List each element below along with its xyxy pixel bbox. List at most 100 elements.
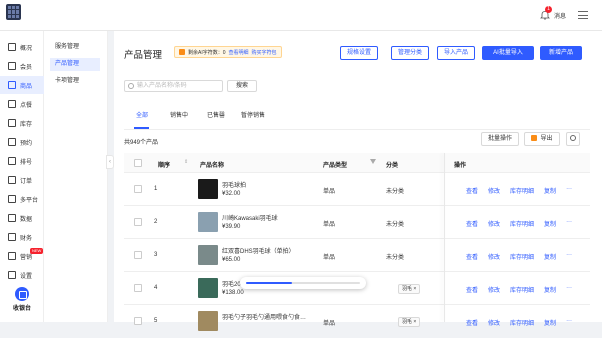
edit-link[interactable]: 修改 bbox=[488, 219, 500, 228]
megaphone-icon bbox=[8, 252, 16, 260]
view-details-link[interactable]: 查看明细 bbox=[229, 49, 249, 56]
row-seq: 1 bbox=[154, 186, 158, 192]
import-product-button[interactable]: 导入产品 bbox=[437, 46, 475, 60]
nav-item-products[interactable]: 商品 bbox=[0, 76, 44, 94]
product-thumbnail[interactable] bbox=[198, 179, 218, 199]
collapse-sidebar-toggle[interactable]: ‹ bbox=[106, 155, 114, 169]
product-name[interactable]: 羽毛球拍 bbox=[222, 180, 246, 189]
column-seq: 顺序 bbox=[158, 163, 171, 169]
filter-icon[interactable] bbox=[370, 159, 376, 164]
export-button[interactable]: 导出 bbox=[524, 132, 560, 146]
new-product-button[interactable]: 新增产品 bbox=[540, 46, 582, 60]
more-actions-icon[interactable]: ··· bbox=[566, 285, 572, 294]
copy-link[interactable]: 复制 bbox=[544, 285, 556, 294]
nav-item-inventory[interactable]: 库存 bbox=[0, 114, 44, 132]
edit-link[interactable]: 修改 bbox=[488, 318, 500, 327]
product-name[interactable]: 羽毛勺子羽毛勺通用喂食勺食… bbox=[222, 312, 306, 321]
row-checkbox[interactable] bbox=[134, 284, 142, 292]
copy-link[interactable]: 复制 bbox=[544, 186, 556, 195]
tab-all[interactable]: 全部 bbox=[136, 110, 148, 119]
product-name[interactable]: 红双喜DHS羽毛球（单拍） bbox=[222, 246, 295, 255]
nav-item-booking[interactable]: 预约 bbox=[0, 133, 44, 151]
subnav-item-services[interactable]: 服务管理 bbox=[50, 41, 100, 54]
copy-link[interactable]: 复制 bbox=[544, 318, 556, 327]
row-checkbox[interactable] bbox=[134, 251, 142, 259]
more-actions-icon[interactable]: ··· bbox=[566, 186, 572, 195]
cashier-workbench-button[interactable]: 收银台 bbox=[0, 285, 44, 322]
nav-item-orders[interactable]: 订单 bbox=[0, 171, 44, 189]
row-checkbox[interactable] bbox=[134, 185, 142, 193]
new-badge: NEW bbox=[30, 248, 44, 254]
more-actions-icon[interactable]: ··· bbox=[566, 219, 572, 228]
search-button[interactable]: 搜索 bbox=[227, 80, 257, 92]
edit-link[interactable]: 修改 bbox=[488, 285, 500, 294]
subnav-item-cards[interactable]: 卡项管理 bbox=[50, 75, 100, 88]
tab-paused[interactable]: 暂停销售 bbox=[241, 110, 265, 119]
row-checkbox[interactable] bbox=[134, 218, 142, 226]
bulk-actions-button[interactable]: 批量操作 bbox=[481, 132, 519, 146]
tab-sold-out[interactable]: 已售罄 bbox=[207, 110, 225, 119]
tab-on-sale[interactable]: 销售中 bbox=[170, 110, 188, 119]
more-actions-icon[interactable]: ··· bbox=[566, 318, 572, 327]
nav-item-ordering[interactable]: 点餐 bbox=[0, 95, 44, 113]
more-actions-icon[interactable]: ··· bbox=[566, 252, 572, 261]
product-thumbnail[interactable] bbox=[198, 278, 218, 298]
platform-icon bbox=[8, 195, 16, 203]
column-name: 产品名称 bbox=[200, 163, 225, 169]
secondary-sidebar: 服务管理 产品管理 卡项管理 bbox=[44, 31, 108, 322]
nav-item-settings[interactable]: 设置 bbox=[0, 266, 44, 284]
category-tag[interactable]: 羽毛 × bbox=[398, 317, 421, 327]
product-name[interactable]: 羽毛20 bbox=[222, 279, 241, 288]
view-link[interactable]: 查看 bbox=[466, 318, 478, 327]
messages-link[interactable]: 消息 bbox=[554, 11, 566, 20]
product-thumbnail[interactable] bbox=[198, 245, 218, 265]
column-type: 产品类型 bbox=[323, 163, 348, 169]
app-logo[interactable] bbox=[6, 4, 21, 20]
view-link[interactable]: 查看 bbox=[466, 186, 478, 195]
hamburger-menu-icon[interactable] bbox=[578, 11, 588, 19]
primary-sidebar: 概况 会员 商品 点餐 库存 预约 排号 订单 多平台 数据 财务 营销 NEW … bbox=[0, 31, 44, 322]
stock-detail-link[interactable]: 库存明细 bbox=[510, 318, 534, 327]
ai-batch-import-button[interactable]: AI批量导入 bbox=[482, 46, 534, 60]
stock-detail-link[interactable]: 库存明细 bbox=[510, 186, 534, 195]
row-actions: 查看 修改 库存明细 复制 ··· bbox=[466, 318, 572, 327]
stock-detail-link[interactable]: 库存明细 bbox=[510, 285, 534, 294]
view-link[interactable]: 查看 bbox=[466, 219, 478, 228]
attr-settings-button[interactable]: 规格设置 bbox=[340, 46, 378, 60]
view-link[interactable]: 查看 bbox=[466, 285, 478, 294]
product-category: 未分类 bbox=[386, 255, 405, 261]
product-icon bbox=[8, 81, 16, 89]
stock-detail-link[interactable]: 库存明细 bbox=[510, 252, 534, 261]
product-thumbnail[interactable] bbox=[198, 212, 218, 232]
nav-item-queue[interactable]: 排号 bbox=[0, 152, 44, 170]
nav-item-overview[interactable]: 概况 bbox=[0, 38, 44, 56]
copy-link[interactable]: 复制 bbox=[544, 252, 556, 261]
nav-item-data[interactable]: 数据 bbox=[0, 209, 44, 227]
nav-item-multiplatform[interactable]: 多平台 bbox=[0, 190, 44, 208]
nav-item-marketing[interactable]: 营销 NEW bbox=[0, 247, 44, 265]
product-price: ¥32.00 bbox=[222, 191, 241, 197]
subnav-item-products[interactable]: 产品管理 bbox=[50, 58, 100, 71]
manage-category-button[interactable]: 管理分类 bbox=[391, 46, 429, 60]
calendar-icon bbox=[8, 138, 16, 146]
row-checkbox[interactable] bbox=[134, 317, 142, 325]
warehouse-icon bbox=[8, 119, 16, 127]
product-thumbnail[interactable] bbox=[198, 311, 218, 331]
view-link[interactable]: 查看 bbox=[466, 252, 478, 261]
copy-link[interactable]: 复制 bbox=[544, 219, 556, 228]
column-settings-button[interactable] bbox=[566, 132, 580, 146]
dashboard-icon bbox=[8, 43, 16, 51]
product-name[interactable]: 川崎Kawasaki羽毛球 bbox=[222, 213, 278, 222]
edit-link[interactable]: 修改 bbox=[488, 252, 500, 261]
stock-detail-link[interactable]: 库存明细 bbox=[510, 219, 534, 228]
select-all-checkbox[interactable] bbox=[134, 159, 142, 167]
column-category: 分类 bbox=[386, 163, 399, 169]
sort-icon[interactable]: ⇕ bbox=[184, 159, 188, 165]
edit-link[interactable]: 修改 bbox=[488, 186, 500, 195]
category-tag[interactable]: 羽毛 × bbox=[398, 284, 421, 294]
search-input[interactable]: 输入产品名称/条码 bbox=[124, 80, 223, 92]
settings-icon bbox=[8, 271, 16, 279]
nav-item-finance[interactable]: 财务 bbox=[0, 228, 44, 246]
buy-package-link[interactable]: 购买字符包 bbox=[252, 49, 277, 56]
nav-item-members[interactable]: 会员 bbox=[0, 57, 44, 75]
